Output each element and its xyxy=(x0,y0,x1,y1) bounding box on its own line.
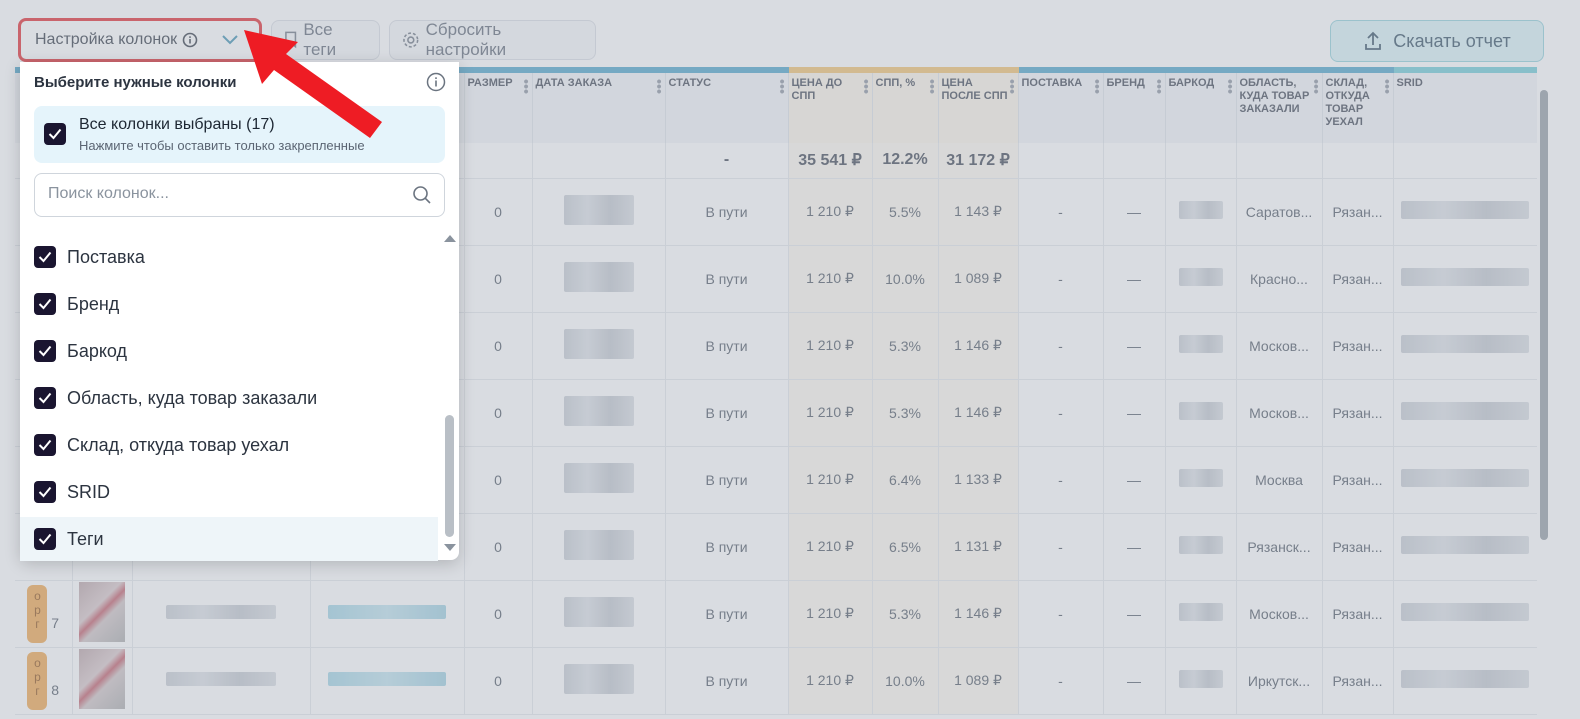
checkbox-icon[interactable] xyxy=(34,434,56,456)
checkbox-icon[interactable] xyxy=(34,246,56,268)
scroll-up-icon[interactable] xyxy=(443,233,457,243)
checkbox-icon[interactable] xyxy=(34,528,56,550)
checkbox-icon[interactable] xyxy=(34,340,56,362)
column-option-label: Поставка xyxy=(67,246,145,267)
column-option-label: Склад, откуда товар уехал xyxy=(67,434,290,455)
panel-title: Выберите нужные колонки xyxy=(34,74,237,91)
search-icon xyxy=(413,186,431,204)
column-option[interactable]: SRID xyxy=(20,470,438,514)
checkbox-icon[interactable] xyxy=(34,387,56,409)
column-option-label: Область, куда товар заказали xyxy=(67,387,318,408)
column-search-input[interactable] xyxy=(48,174,408,214)
checkbox-icon[interactable] xyxy=(34,293,56,315)
column-option-label: Бренд xyxy=(67,293,120,314)
column-option-label: Теги xyxy=(67,528,104,549)
column-option[interactable]: Область, куда товар заказали xyxy=(20,376,438,420)
info-icon[interactable] xyxy=(426,72,446,92)
column-option[interactable]: Теги xyxy=(20,517,438,561)
column-option[interactable]: Баркод xyxy=(20,329,438,373)
column-list: Поставка Бренд Баркод Область, куда товар з… xyxy=(20,232,444,561)
checkbox-icon xyxy=(44,123,66,145)
annotation-arrow-icon xyxy=(244,30,382,138)
scroll-down-icon[interactable] xyxy=(443,543,457,553)
column-option[interactable]: Склад, откуда товар уехал xyxy=(20,423,438,467)
column-option-label: SRID xyxy=(67,481,111,502)
panel-scrollbar-thumb[interactable] xyxy=(445,415,454,537)
column-option[interactable]: Бренд xyxy=(20,282,438,326)
column-option[interactable]: Поставка xyxy=(20,235,438,279)
table-scrollbar[interactable] xyxy=(1540,90,1548,540)
checkbox-icon[interactable] xyxy=(34,481,56,503)
column-option-label: Баркод xyxy=(67,340,128,361)
column-search xyxy=(34,173,445,217)
